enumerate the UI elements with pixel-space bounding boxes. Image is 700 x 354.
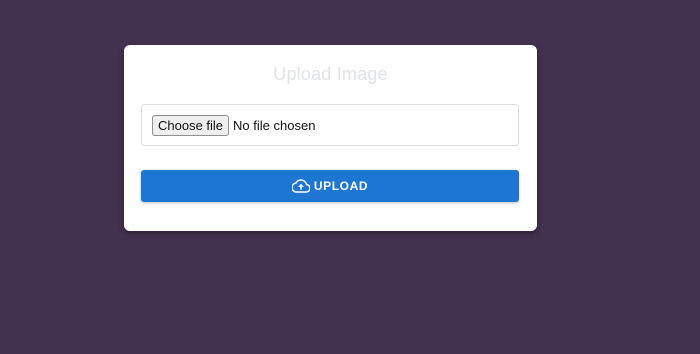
upload-card: Upload Image Choose file No file chosen … xyxy=(124,45,537,231)
file-status-text: No file chosen xyxy=(233,117,316,133)
choose-file-button[interactable]: Choose file xyxy=(152,114,230,136)
card-title: Upload Image xyxy=(273,64,388,84)
upload-button-label: UPLOAD xyxy=(313,179,369,193)
file-input-container[interactable]: Choose file No file chosen xyxy=(141,104,519,146)
cloud-upload-icon xyxy=(291,177,310,195)
upload-button[interactable]: UPLOAD xyxy=(141,170,519,202)
